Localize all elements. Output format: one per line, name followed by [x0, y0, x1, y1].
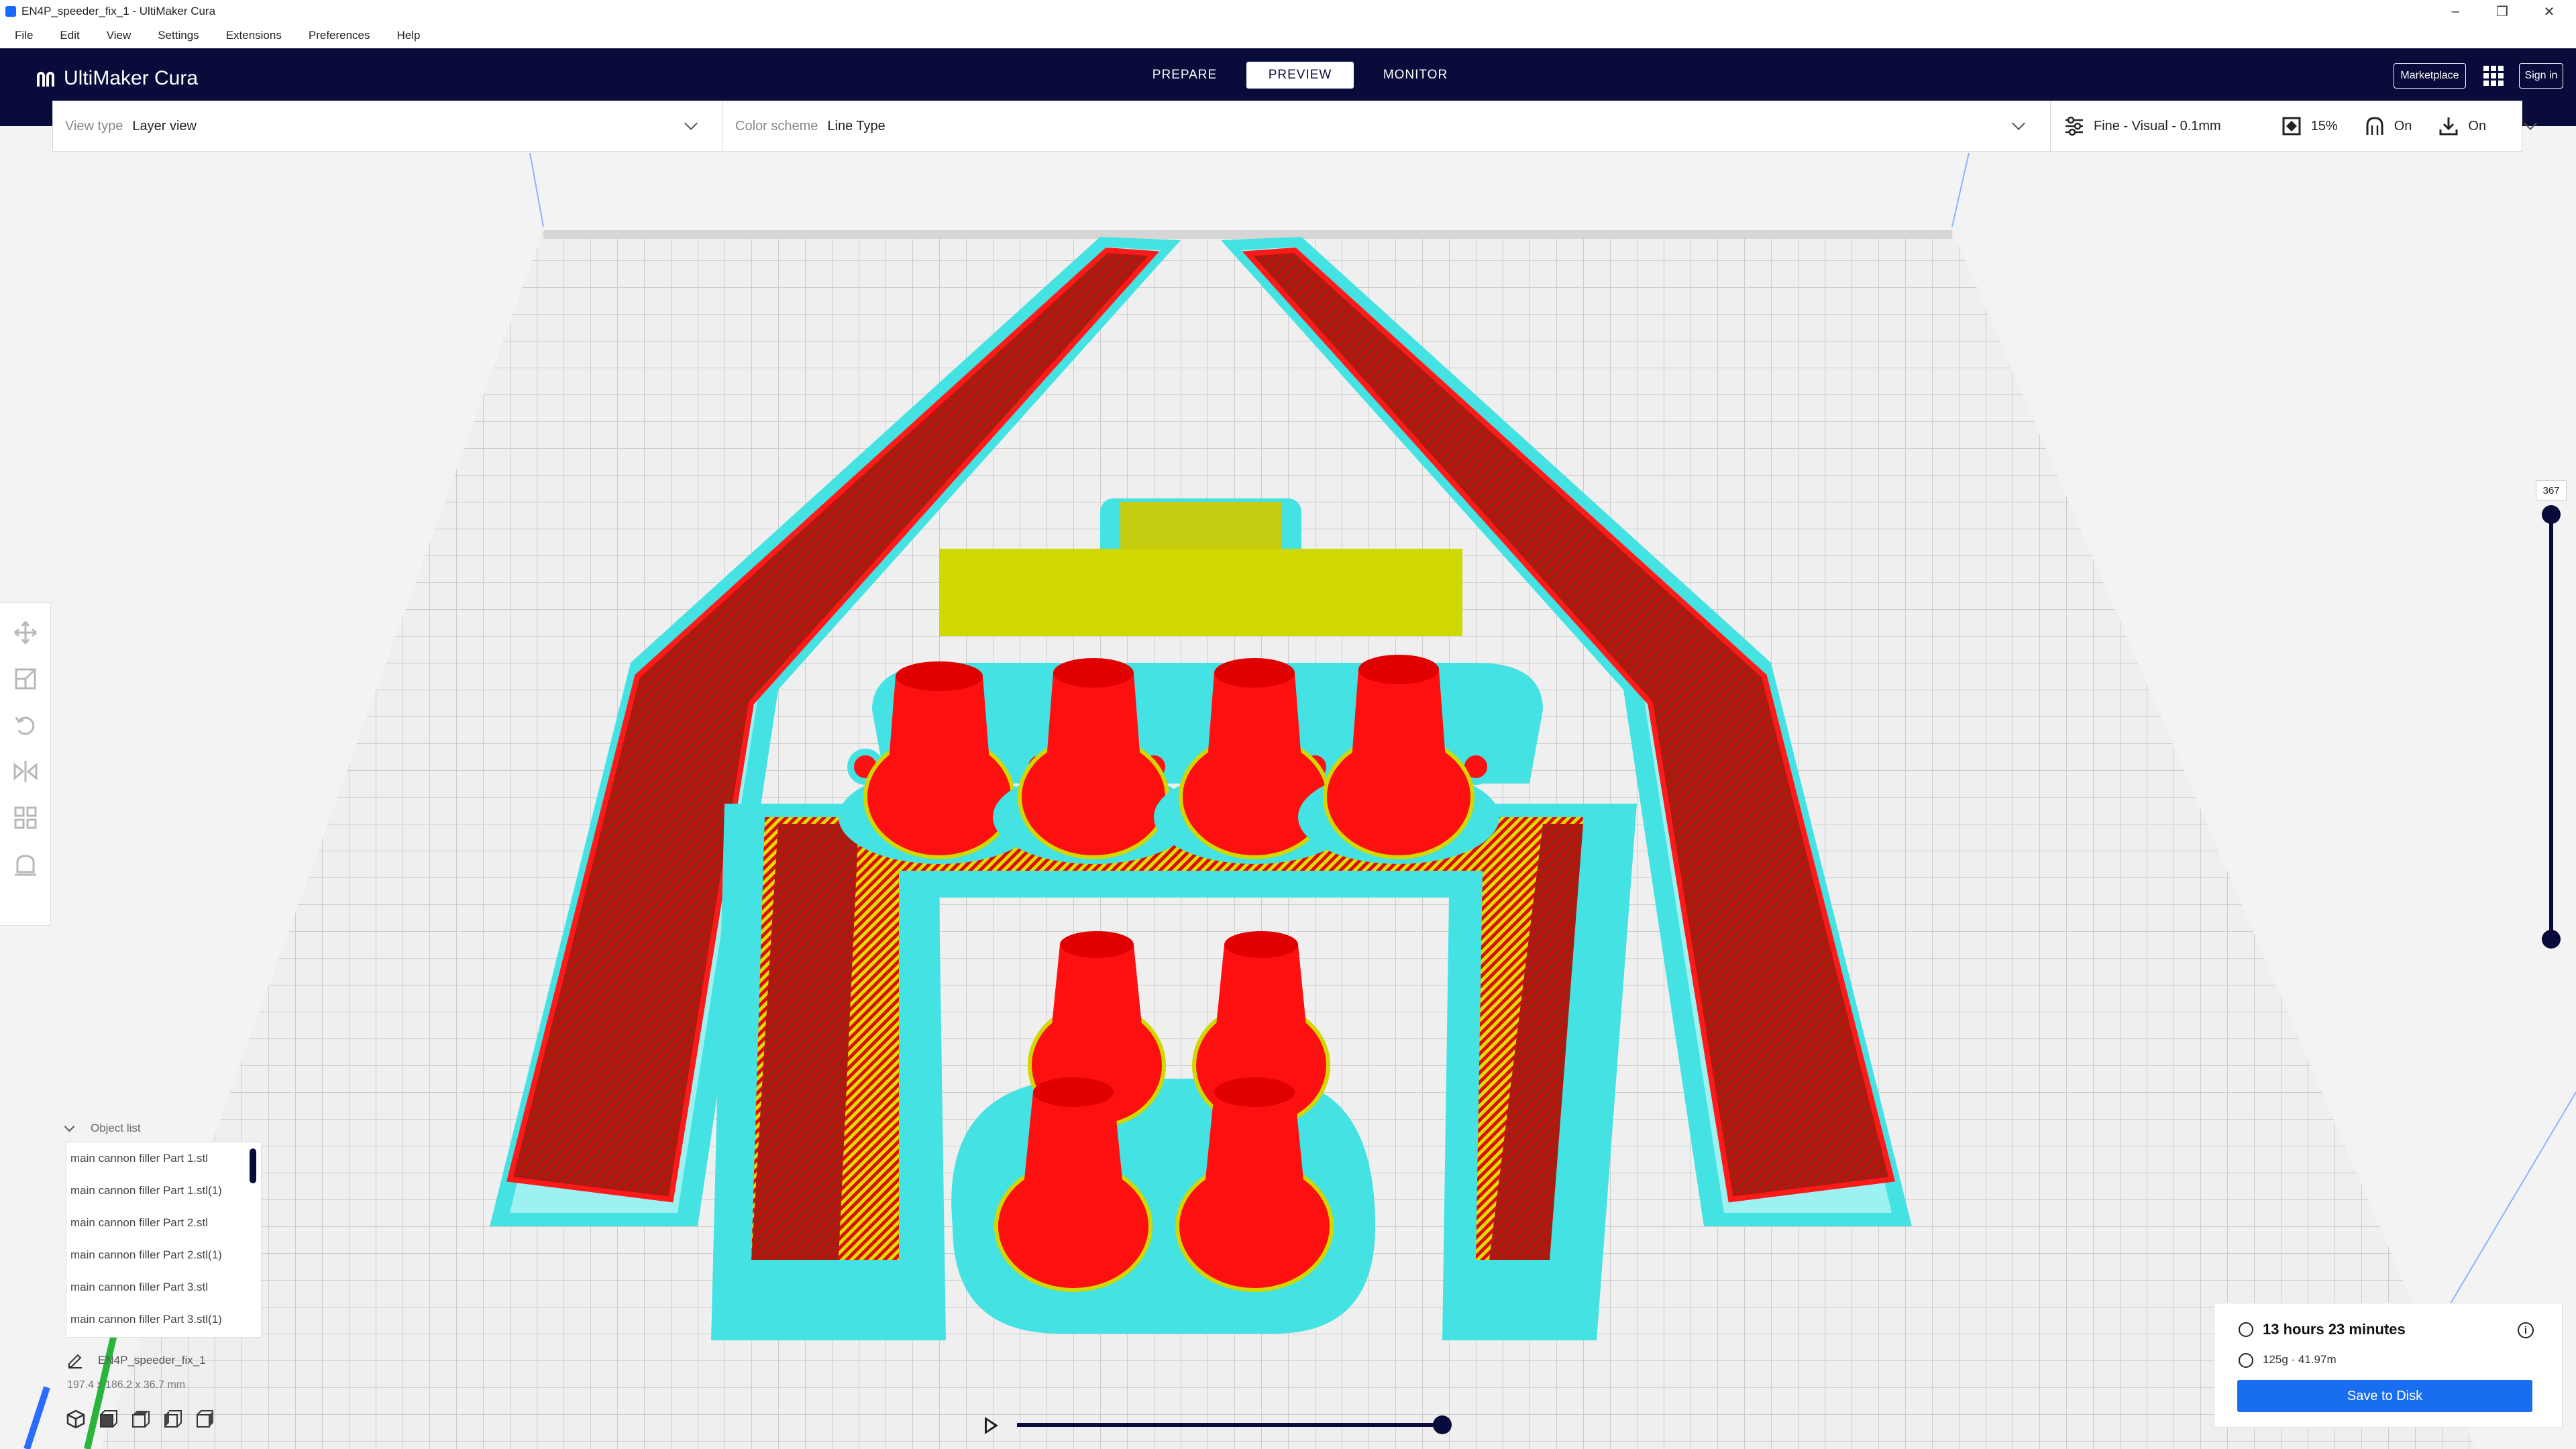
cura-app-icon	[5, 6, 16, 17]
color-scheme-dropdown[interactable]: Color scheme Line Type	[723, 101, 2051, 151]
marketplace-button[interactable]: Marketplace	[2394, 63, 2466, 89]
rotate-tool-icon[interactable]	[12, 712, 39, 739]
window-title: EN4P_speeder_fix_1 - UltiMaker Cura	[21, 5, 216, 17]
tab-prepare[interactable]: PREPARE	[1131, 62, 1238, 89]
color-scheme-value: Line Type	[827, 118, 885, 133]
move-tool-icon[interactable]	[12, 619, 39, 646]
info-icon[interactable]: i	[2518, 1322, 2534, 1338]
chevron-down-icon	[64, 1121, 75, 1132]
menu-help[interactable]: Help	[397, 29, 421, 42]
restore-button[interactable]: ❐	[2482, 0, 2522, 23]
menu-preferences[interactable]: Preferences	[309, 29, 370, 42]
close-button[interactable]: ✕	[2529, 0, 2569, 23]
clock-icon	[2239, 1322, 2253, 1337]
ultimaker-logo-icon	[37, 70, 57, 87]
view-type-value: Layer view	[132, 118, 197, 133]
view-toolbar: View type Layer view Color scheme Line T…	[52, 101, 2537, 152]
settings-sliders-icon	[2065, 116, 2083, 136]
minimize-button[interactable]: –	[2435, 0, 2475, 23]
list-item[interactable]: main cannon filler Part 3.stl(1)	[66, 1303, 261, 1336]
brand-logo: UltiMaker Cura	[37, 67, 198, 90]
layer-slider-upper-handle[interactable]	[2542, 505, 2561, 524]
volume-edge-line	[2448, 1091, 2576, 1307]
print-settings-panel[interactable]: Fine - Visual - 0.1mm 15% On On	[2051, 101, 2537, 151]
sign-in-button[interactable]: Sign in	[2519, 63, 2563, 89]
list-item[interactable]: main cannon filler Part 2.stl(1)	[66, 1239, 261, 1271]
menu-file[interactable]: File	[15, 29, 33, 42]
view-left-icon[interactable]	[162, 1409, 182, 1429]
material-usage: 125g · 41.97m	[2263, 1353, 2337, 1366]
support-blocker-icon[interactable]	[12, 851, 39, 877]
transform-tools-panel	[0, 602, 51, 926]
tab-monitor[interactable]: MONITOR	[1362, 62, 1469, 89]
chevron-down-icon	[2012, 117, 2025, 130]
pencil-icon[interactable]	[67, 1352, 83, 1368]
object-list-scrollbar[interactable]	[250, 1148, 256, 1183]
layer-number-input[interactable]: 367	[2536, 480, 2567, 500]
object-list: main cannon filler Part 1.stl main canno…	[66, 1142, 262, 1338]
spool-icon	[2239, 1353, 2253, 1368]
object-list-heading: Object list	[91, 1122, 141, 1134]
infill-value: 15%	[2310, 118, 2338, 133]
volume-edge-line	[529, 152, 544, 227]
tab-preview[interactable]: PREVIEW	[1246, 62, 1354, 89]
axis-x-indicator	[23, 1386, 50, 1449]
volume-edge-line	[1951, 152, 1970, 227]
view-front-icon[interactable]	[98, 1409, 118, 1429]
window-titlebar: EN4P_speeder_fix_1 - UltiMaker Cura – ❐ …	[0, 0, 2576, 23]
color-scheme-label: Color scheme	[735, 118, 818, 133]
menu-bar: File Edit View Settings Extensions Prefe…	[0, 23, 2576, 48]
adhesion-value: On	[2468, 118, 2487, 133]
profile-value: Fine - Visual - 0.1mm	[2094, 118, 2221, 133]
list-item[interactable]: main cannon filler Part 1.stl	[66, 1142, 261, 1175]
menu-extensions[interactable]: Extensions	[226, 29, 282, 42]
camera-view-buttons	[66, 1409, 227, 1429]
save-to-disk-button[interactable]: Save to Disk	[2237, 1380, 2532, 1412]
job-name-text: EN4P_speeder_fix_1	[98, 1354, 206, 1366]
view-type-label: View type	[65, 118, 123, 133]
object-list-toggle[interactable]: Object list	[64, 1121, 141, 1135]
menu-view[interactable]: View	[107, 29, 131, 42]
layer-slider-track[interactable]	[2549, 514, 2553, 939]
build-plate-viewport[interactable]	[0, 126, 2576, 1449]
path-slider-handle[interactable]	[1433, 1415, 1452, 1434]
view-3d-icon[interactable]	[66, 1409, 86, 1429]
stage-tabs: PREPARE PREVIEW MONITOR	[1127, 62, 1473, 89]
view-right-icon[interactable]	[195, 1409, 215, 1429]
layer-slider-lower-handle[interactable]	[2542, 930, 2561, 949]
chevron-down-icon	[684, 117, 698, 130]
brand-name: UltiMaker Cura	[64, 67, 199, 89]
infill-icon	[2282, 117, 2301, 136]
support-icon	[2366, 117, 2383, 135]
per-model-settings-icon[interactable]	[12, 804, 39, 831]
print-time: 13 hours 23 minutes	[2263, 1321, 2406, 1338]
support-value: On	[2394, 118, 2412, 133]
view-top-icon[interactable]	[130, 1409, 150, 1429]
menu-settings[interactable]: Settings	[158, 29, 199, 42]
mirror-tool-icon[interactable]	[12, 758, 39, 785]
adhesion-icon	[2439, 117, 2458, 136]
list-item[interactable]: main cannon filler Part 2.stl	[66, 1207, 261, 1239]
menu-edit[interactable]: Edit	[60, 29, 79, 42]
job-name[interactable]: EN4P_speeder_fix_1	[67, 1352, 206, 1368]
list-item[interactable]: main cannon filler Part 1.stl(1)	[66, 1175, 261, 1207]
list-item[interactable]: main cannon filler Part 3.stl	[66, 1271, 261, 1303]
apps-grid-icon[interactable]	[2483, 66, 2504, 86]
path-slider-track[interactable]	[1017, 1423, 1442, 1427]
scale-tool-icon[interactable]	[12, 665, 39, 692]
model-dimensions: 197.4 x 186.2 x 36.7 mm	[67, 1379, 186, 1391]
print-info-panel: 13 hours 23 minutes 125g · 41.97m i Save…	[2214, 1303, 2563, 1428]
play-simulation-icon[interactable]	[985, 1417, 998, 1434]
view-type-dropdown[interactable]: View type Layer view	[53, 101, 723, 151]
